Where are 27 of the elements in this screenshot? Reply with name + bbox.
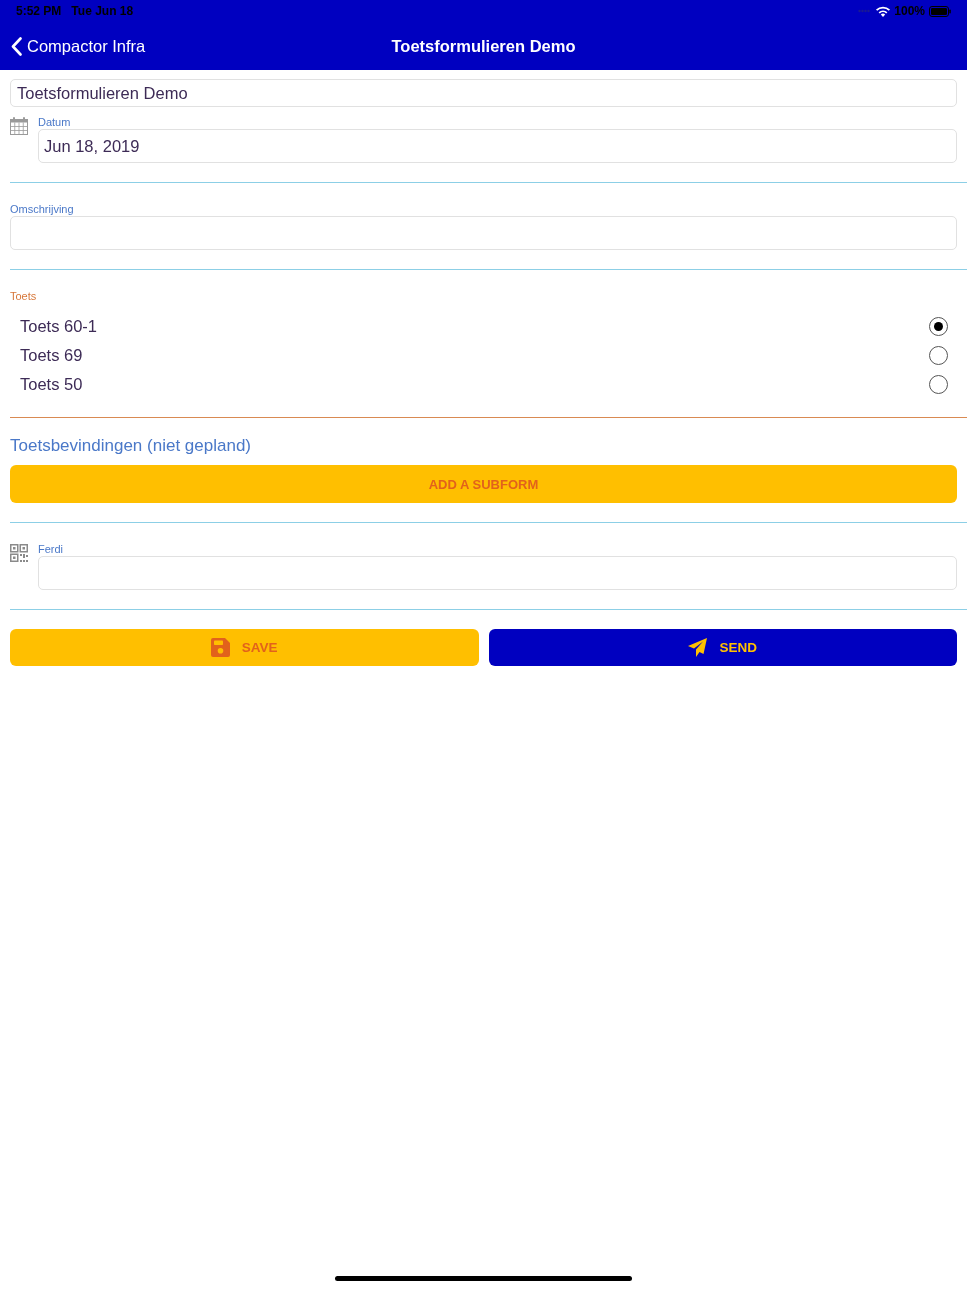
option-label: Toets 50 [20,375,83,394]
field-label: Omschrijving [10,203,74,216]
battery-icon [929,5,951,17]
send-button[interactable]: SEND [488,629,957,666]
section-heading: Toetsbevindingen (niet gepland) [10,435,251,457]
chevron-left-icon [11,36,22,56]
status-time: 5:52 PM [16,4,62,18]
status-date: Tue Jun 18 [71,4,134,18]
option-label: Toets 60-1 [20,317,98,336]
field-label: Toets [10,290,37,303]
radio-button[interactable] [929,317,948,336]
radio-button[interactable] [929,375,948,394]
scan-field[interactable] [38,556,957,590]
back-button[interactable]: Compactor Infra [0,36,146,56]
wifi-icon [876,5,891,17]
calendar-icon [10,117,28,135]
nav-title: Toetsformulieren Demo [391,36,576,56]
field-label: Datum [38,116,71,129]
qr-code-icon [10,544,28,562]
radio-button[interactable] [929,346,948,365]
text-field[interactable] [10,216,957,250]
date-field[interactable]: Jun 18, 2019 [38,129,957,163]
option-label: Toets 69 [20,346,83,365]
battery-percentage: 100% [894,4,925,18]
title-field[interactable]: Toetsformulieren Demo [10,79,957,107]
field-label: Ferdi [38,543,64,556]
paper-plane-icon [688,638,708,657]
